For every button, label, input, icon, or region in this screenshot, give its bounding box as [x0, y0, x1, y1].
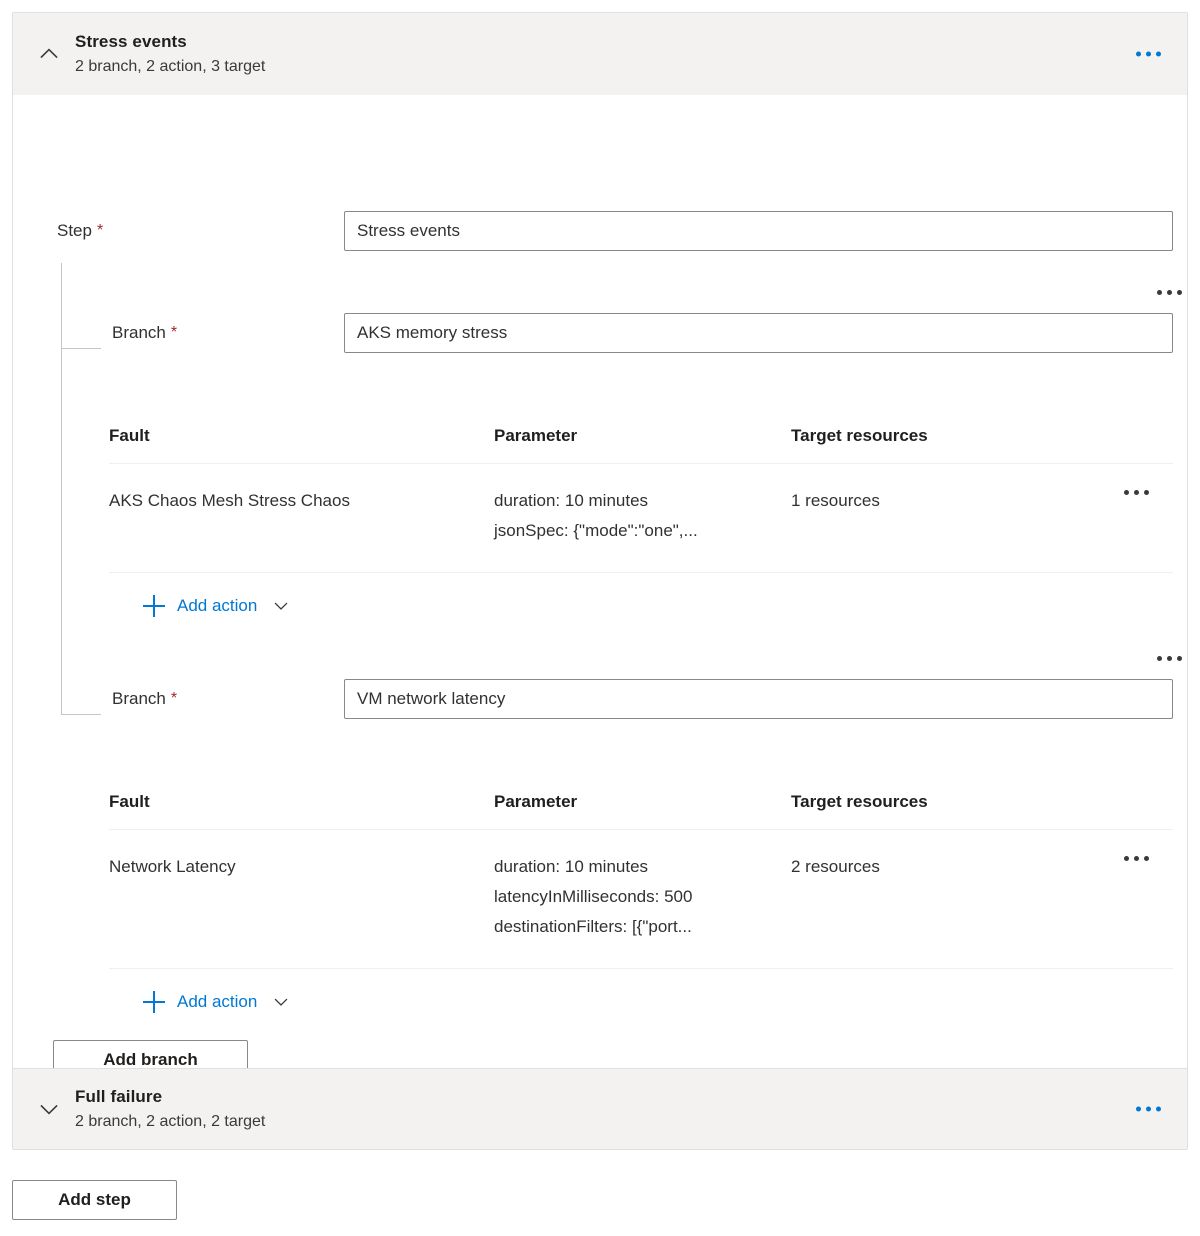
tree-connector-branch-1: [61, 348, 101, 349]
table-header-row: Fault Parameter Target resources: [109, 408, 1173, 464]
parameter-line: destinationFilters: [{"port...: [494, 916, 692, 936]
step-title: Stress events: [75, 32, 187, 52]
step-title: Full failure: [75, 1087, 163, 1107]
branch-1-fault-table: Fault Parameter Target resources AKS Cha…: [109, 408, 1173, 573]
step-card-full-failure[interactable]: Full failure 2 branch, 2 action, 2 targe…: [12, 1068, 1188, 1150]
parameter-line: latencyInMilliseconds: 500: [494, 886, 693, 906]
cell-target-resources: 2 resources: [791, 857, 880, 876]
branch-2-name-input[interactable]: [344, 679, 1173, 719]
table-row[interactable]: Network Latency duration: 10 minutes lat…: [109, 830, 1173, 969]
experiment-designer-page: Stress events 2 branch, 2 action, 3 targ…: [0, 0, 1200, 1236]
add-action-label: Add action: [177, 596, 258, 615]
add-action-label: Add action: [177, 992, 258, 1011]
branch-1-field-row: Branch *: [112, 313, 1173, 353]
column-header-parameter: Parameter: [494, 791, 578, 811]
step-card-stress-events: Stress events 2 branch, 2 action, 3 targ…: [12, 12, 1188, 1137]
plus-icon: [143, 991, 165, 1013]
plus-icon: [143, 595, 165, 617]
column-header-target-resources: Target resources: [791, 791, 928, 811]
branch-2-field-row: Branch *: [112, 679, 1173, 719]
step-name-field-row: Step *: [57, 211, 1173, 251]
action-row-more-options-icon[interactable]: [1124, 856, 1149, 861]
parameter-line: duration: 10 minutes: [494, 491, 649, 510]
cell-fault: Network Latency: [109, 857, 236, 876]
branch-1-name-input[interactable]: [344, 313, 1173, 353]
add-action-button-branch-1[interactable]: Add action: [143, 595, 289, 617]
more-options-icon[interactable]: [1136, 1106, 1161, 1112]
branch-1-more-options-icon[interactable]: [1157, 290, 1182, 295]
column-header-fault: Fault: [109, 425, 150, 445]
cell-target-resources: 1 resources: [791, 491, 880, 510]
cell-parameter: duration: 10 minutes jsonSpec: {"mode":"…: [494, 486, 791, 546]
table-row[interactable]: AKS Chaos Mesh Stress Chaos duration: 10…: [109, 464, 1173, 573]
chevron-down-icon: [273, 994, 289, 1010]
column-header-parameter: Parameter: [494, 425, 578, 445]
required-asterisk: *: [170, 324, 178, 341]
tree-connector-vertical: [61, 263, 62, 715]
parameter-line: jsonSpec: {"mode":"one",...: [494, 520, 698, 540]
tree-connector-branch-2: [61, 714, 101, 715]
branch-2-fault-table: Fault Parameter Target resources Network…: [109, 774, 1173, 969]
required-asterisk: *: [170, 690, 178, 707]
step-summary: 2 branch, 2 action, 2 target: [75, 1112, 266, 1130]
step-summary: 2 branch, 2 action, 3 target: [75, 57, 266, 75]
chevron-down-icon[interactable]: [33, 1093, 65, 1125]
branch-2-label: Branch: [112, 689, 166, 708]
branch-2-more-options-icon[interactable]: [1157, 656, 1182, 661]
add-action-button-branch-2[interactable]: Add action: [143, 991, 289, 1013]
step-header-text: Stress events 2 branch, 2 action, 3 targ…: [75, 31, 265, 76]
cell-parameter: duration: 10 minutes latencyInMillisecon…: [494, 852, 791, 942]
step-name-input[interactable]: [344, 211, 1173, 251]
step-body: Step * Branch * Fault Parameter Target r…: [13, 95, 1187, 1136]
column-header-fault: Fault: [109, 791, 150, 811]
table-header-row: Fault Parameter Target resources: [109, 774, 1173, 830]
chevron-down-icon: [273, 598, 289, 614]
action-row-more-options-icon[interactable]: [1124, 490, 1149, 495]
more-options-icon[interactable]: [1136, 51, 1161, 57]
cell-fault: AKS Chaos Mesh Stress Chaos: [109, 491, 350, 510]
add-step-button[interactable]: Add step: [12, 1180, 177, 1220]
required-asterisk: *: [96, 222, 104, 239]
step-header-text: Full failure 2 branch, 2 action, 2 targe…: [75, 1086, 265, 1131]
column-header-target-resources: Target resources: [791, 425, 928, 445]
step-header[interactable]: Stress events 2 branch, 2 action, 3 targ…: [13, 13, 1187, 95]
chevron-up-icon[interactable]: [33, 38, 65, 70]
branch-1-label: Branch: [112, 323, 166, 342]
parameter-line: duration: 10 minutes: [494, 857, 649, 876]
step-field-label: Step: [57, 221, 92, 240]
